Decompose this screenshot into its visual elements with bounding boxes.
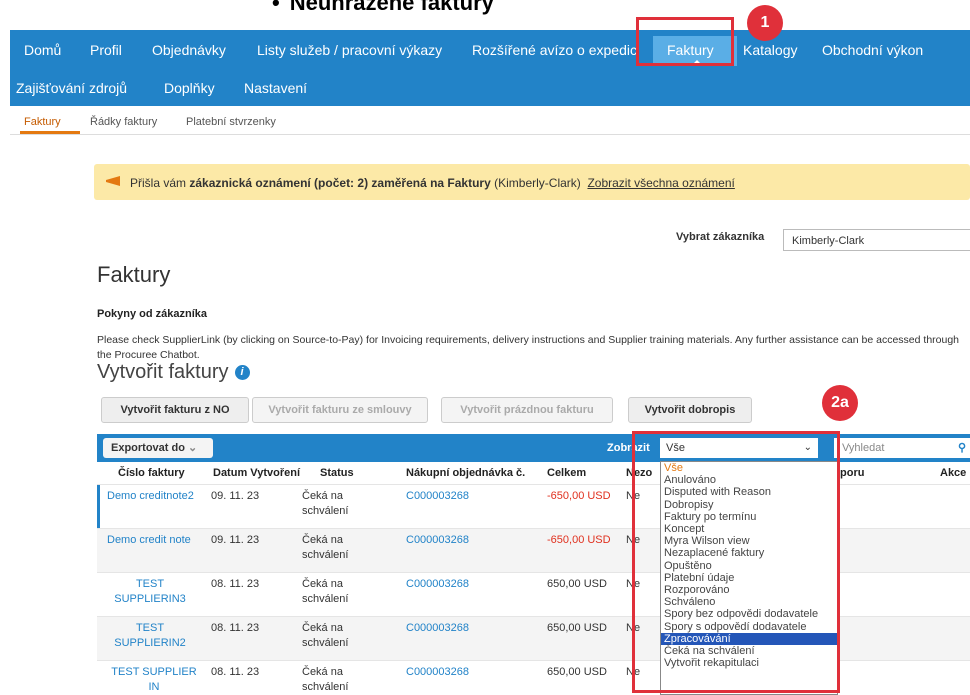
sub-nav: Faktury Řádky faktury Platební stvrzenky bbox=[10, 106, 970, 135]
create-invoice-from-po-button[interactable]: Vytvořit fakturu z NO bbox=[101, 397, 249, 423]
po-link[interactable]: C000003268 bbox=[406, 577, 469, 592]
instructions-title: Pokyny od zákazníka bbox=[97, 308, 208, 320]
col-invoice-number[interactable]: Číslo faktury bbox=[118, 467, 185, 479]
invoice-number-link[interactable]: Demo creditnote2 bbox=[107, 489, 194, 504]
status-cell: Čeká na schválení bbox=[302, 534, 349, 561]
date-cell: 09. 11. 23 bbox=[211, 534, 260, 546]
nav-asn[interactable]: Rozšířené avízo o expedici bbox=[472, 42, 638, 58]
col-po-number[interactable]: Nákupní objednávka č. bbox=[406, 467, 525, 479]
col-date-created[interactable]: Datum Vytvoření bbox=[213, 467, 300, 479]
invoice-number-link[interactable]: TEST SUPPLIER IN bbox=[107, 665, 201, 695]
total-cell: 650,00 USD bbox=[547, 666, 607, 678]
notice-text-bold: zákaznická oznámení (počet: 2) zaměřená … bbox=[189, 176, 491, 190]
col-status[interactable]: Status bbox=[320, 467, 354, 479]
customer-label: Vybrat zákazníka bbox=[676, 231, 765, 243]
search-input[interactable]: Vyhledat ⚲ bbox=[834, 438, 970, 458]
total-cell: -650,00 USD bbox=[547, 534, 611, 546]
nav-catalogs[interactable]: Katalogy bbox=[743, 42, 797, 58]
export-button[interactable]: Exportovat do ⌄ bbox=[103, 438, 213, 458]
nav-addons[interactable]: Doplňky bbox=[164, 80, 215, 96]
search-placeholder: Vyhledat bbox=[842, 442, 885, 454]
callout-box-filter bbox=[632, 431, 840, 693]
callout-badge-1: 1 bbox=[747, 5, 783, 41]
subnav-invoice-lines[interactable]: Řádky faktury bbox=[90, 116, 157, 128]
nav-settings[interactable]: Nastavení bbox=[244, 80, 307, 96]
callout-box-invoices-tab bbox=[636, 17, 734, 66]
nav-performance[interactable]: Obchodní výkon bbox=[822, 42, 923, 58]
total-cell: -650,00 USD bbox=[547, 490, 611, 502]
view-all-notices-link[interactable]: Zobrazit všechna oznámení bbox=[587, 176, 734, 190]
col-actions[interactable]: Akce bbox=[940, 467, 966, 479]
subnav-invoices[interactable]: Faktury bbox=[24, 116, 61, 128]
po-link[interactable]: C000003268 bbox=[406, 665, 469, 680]
subnav-active-underline bbox=[20, 131, 80, 134]
date-cell: 08. 11. 23 bbox=[211, 622, 260, 634]
status-cell: Čeká na schválení bbox=[302, 490, 349, 517]
create-invoice-from-contract-button[interactable]: Vytvořit fakturu ze smlouvy bbox=[252, 397, 428, 423]
po-link[interactable]: C000003268 bbox=[406, 533, 469, 548]
status-cell: Čeká na schválení bbox=[302, 622, 349, 649]
nav-orders[interactable]: Objednávky bbox=[152, 42, 226, 58]
megaphone-icon bbox=[106, 176, 120, 186]
page-title: Faktury bbox=[97, 262, 171, 287]
po-link[interactable]: C000003268 bbox=[406, 489, 469, 504]
subnav-payment-receipts[interactable]: Platební stvrzenky bbox=[186, 116, 276, 128]
selected-row-indicator bbox=[97, 485, 100, 529]
date-cell: 08. 11. 23 bbox=[211, 666, 260, 678]
slide-title: • Neuhrazené faktury bbox=[272, 0, 494, 15]
top-nav-row2: Zajišťování zdrojů Doplňky Nastavení bbox=[10, 70, 970, 106]
total-cell: 650,00 USD bbox=[547, 578, 607, 590]
notice-text-post: (Kimberly-Clark) bbox=[490, 176, 581, 190]
invoice-number-link[interactable]: TEST SUPPLIERIN3 bbox=[107, 577, 193, 607]
date-cell: 09. 11. 23 bbox=[211, 490, 260, 502]
total-cell: 650,00 USD bbox=[547, 622, 607, 634]
notice-text-pre: Přišla vám bbox=[130, 176, 190, 190]
top-nav: Domů Profil Objednávky Listy služeb / pr… bbox=[10, 30, 970, 70]
create-invoices-heading: Vytvořit faktury i bbox=[97, 361, 250, 384]
instructions-text: Please check SupplierLink (by clicking o… bbox=[97, 334, 960, 361]
callout-badge-2a: 2a bbox=[822, 385, 858, 421]
invoice-number-link[interactable]: TEST SUPPLIERIN2 bbox=[107, 621, 193, 651]
col-total[interactable]: Celkem bbox=[547, 467, 586, 479]
info-icon[interactable]: i bbox=[234, 365, 250, 381]
chevron-down-icon: ⌄ bbox=[188, 442, 198, 454]
status-cell: Čeká na schválení bbox=[302, 666, 349, 693]
status-cell: Čeká na schválení bbox=[302, 578, 349, 605]
create-invoices-title: Vytvořit faktury bbox=[97, 361, 229, 383]
nav-profile[interactable]: Profil bbox=[90, 42, 122, 58]
nav-home[interactable]: Domů bbox=[24, 42, 61, 58]
create-credit-memo-button[interactable]: Vytvořit dobropis bbox=[628, 397, 752, 423]
date-cell: 08. 11. 23 bbox=[211, 578, 260, 590]
customer-select[interactable]: Kimberly-Clark bbox=[783, 229, 970, 251]
nav-service-sheets[interactable]: Listy služeb / pracovní výkazy bbox=[257, 42, 442, 58]
nav-sourcing[interactable]: Zajišťování zdrojů bbox=[16, 80, 127, 96]
create-blank-invoice-button[interactable]: Vytvořit prázdnou fakturu bbox=[441, 397, 613, 423]
invoice-number-link[interactable]: Demo credit note bbox=[107, 533, 191, 548]
col-dispute[interactable]: poru bbox=[840, 467, 864, 479]
po-link[interactable]: C000003268 bbox=[406, 621, 469, 636]
search-icon[interactable]: ⚲ bbox=[958, 438, 966, 458]
export-label: Exportovat do bbox=[111, 442, 185, 454]
notification-banner: Přišla vám zákaznická oznámení (počet: 2… bbox=[94, 164, 970, 200]
